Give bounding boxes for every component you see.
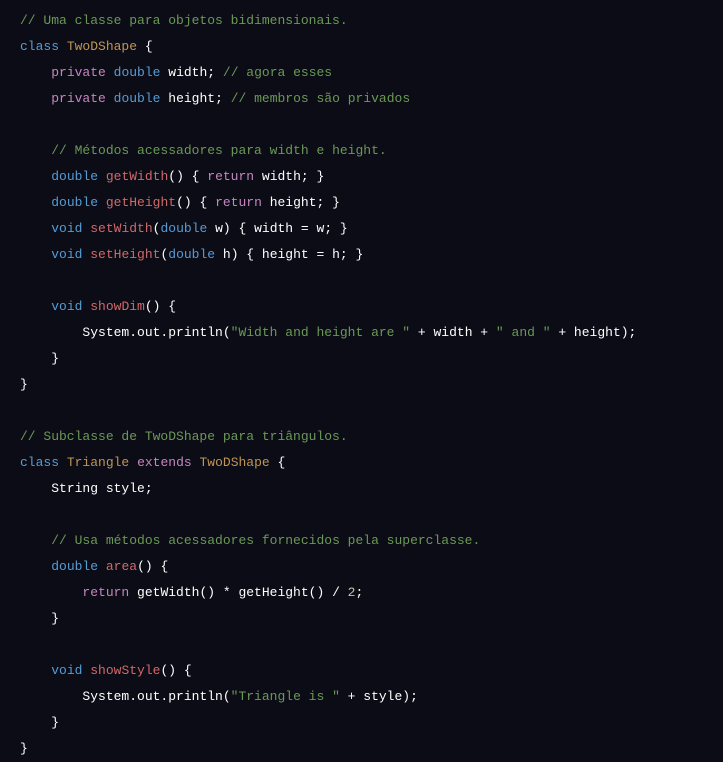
class-name: TwoDShape: [67, 39, 137, 54]
keyword-return: return: [215, 195, 262, 210]
string: "Width and height are ": [231, 325, 410, 340]
code-line: void showStyle() {: [20, 658, 703, 684]
comment: // agora esses: [223, 65, 332, 80]
punct: + height);: [551, 325, 637, 340]
punct: ;: [355, 585, 363, 600]
keyword-void: void: [51, 221, 82, 236]
punct: + width +: [410, 325, 496, 340]
method-name: showDim: [90, 299, 145, 314]
variable: height;: [168, 91, 223, 106]
punct: () {: [145, 299, 176, 314]
code-line: [20, 398, 703, 424]
punct: h) { height = h; }: [215, 247, 363, 262]
method-name: setWidth: [90, 221, 152, 236]
keyword-return: return: [82, 585, 129, 600]
code-line: private double height; // membros são pr…: [20, 86, 703, 112]
method-name: getHeight: [106, 195, 176, 210]
brace: }: [20, 741, 28, 756]
code-line: [20, 502, 703, 528]
code-line: private double width; // agora esses: [20, 60, 703, 86]
code-line: double getHeight() { return height; }: [20, 190, 703, 216]
code-line: // Métodos acessadores para width e heig…: [20, 138, 703, 164]
type: double: [114, 91, 161, 106]
class-name: Triangle: [67, 455, 129, 470]
punct: width; }: [254, 169, 324, 184]
keyword-class: class: [20, 455, 59, 470]
comment: // membros são privados: [231, 91, 410, 106]
code-line: double area() {: [20, 554, 703, 580]
code-line: class TwoDShape {: [20, 34, 703, 60]
code-editor[interactable]: // Uma classe para objetos bidimensionai…: [20, 8, 703, 762]
keyword-private: private: [51, 65, 106, 80]
punct: w) { width = w; }: [207, 221, 347, 236]
code-line: class Triangle extends TwoDShape {: [20, 450, 703, 476]
comment: // Uma classe para objetos bidimensionai…: [20, 13, 348, 28]
punct: () {: [137, 559, 168, 574]
punct: height; }: [262, 195, 340, 210]
keyword-private: private: [51, 91, 106, 106]
variable: width;: [168, 65, 215, 80]
code-line: }: [20, 606, 703, 632]
code-line: System.out.println("Triangle is " + styl…: [20, 684, 703, 710]
type: double: [114, 65, 161, 80]
code-line: [20, 112, 703, 138]
method-name: setHeight: [90, 247, 160, 262]
string: " and ": [496, 325, 551, 340]
keyword-void: void: [51, 299, 82, 314]
code-line: }: [20, 346, 703, 372]
brace: }: [20, 377, 28, 392]
code-line: void showDim() {: [20, 294, 703, 320]
brace: {: [137, 39, 153, 54]
call: System.out.println(: [82, 689, 230, 704]
method-name: getWidth: [106, 169, 168, 184]
class-name: TwoDShape: [199, 455, 269, 470]
comment: // Subclasse de TwoDShape para triângulo…: [20, 429, 348, 444]
punct: + style);: [340, 689, 418, 704]
punct: () {: [168, 169, 207, 184]
keyword-void: void: [51, 247, 82, 262]
method-name: area: [106, 559, 137, 574]
code-line: [20, 268, 703, 294]
code-line: String style;: [20, 476, 703, 502]
comment: // Usa métodos acessadores fornecidos pe…: [51, 533, 480, 548]
code-line: }: [20, 372, 703, 398]
keyword-return: return: [207, 169, 254, 184]
punct: () {: [176, 195, 215, 210]
brace: }: [51, 715, 59, 730]
brace: {: [270, 455, 286, 470]
code-line: }: [20, 710, 703, 736]
string: "Triangle is ": [231, 689, 340, 704]
keyword-class: class: [20, 39, 59, 54]
code-line: // Usa métodos acessadores fornecidos pe…: [20, 528, 703, 554]
code-line: // Subclasse de TwoDShape para triângulo…: [20, 424, 703, 450]
declaration: String style;: [51, 481, 152, 496]
type: double: [51, 559, 98, 574]
code-line: void setWidth(double w) { width = w; }: [20, 216, 703, 242]
code-line: }: [20, 736, 703, 762]
brace: }: [51, 611, 59, 626]
param-type: double: [168, 247, 215, 262]
brace: }: [51, 351, 59, 366]
keyword-extends: extends: [137, 455, 192, 470]
code-line: return getWidth() * getHeight() / 2;: [20, 580, 703, 606]
code-line: void setHeight(double h) { height = h; }: [20, 242, 703, 268]
code-line: // Uma classe para objetos bidimensionai…: [20, 8, 703, 34]
type: double: [51, 195, 98, 210]
code-line: double getWidth() { return width; }: [20, 164, 703, 190]
code-line: [20, 632, 703, 658]
call: System.out.println(: [82, 325, 230, 340]
expression: getWidth() * getHeight() /: [129, 585, 347, 600]
punct: () {: [160, 663, 191, 678]
code-line: System.out.println("Width and height are…: [20, 320, 703, 346]
type: double: [51, 169, 98, 184]
method-name: showStyle: [90, 663, 160, 678]
keyword-void: void: [51, 663, 82, 678]
param-type: double: [160, 221, 207, 236]
comment: // Métodos acessadores para width e heig…: [51, 143, 386, 158]
